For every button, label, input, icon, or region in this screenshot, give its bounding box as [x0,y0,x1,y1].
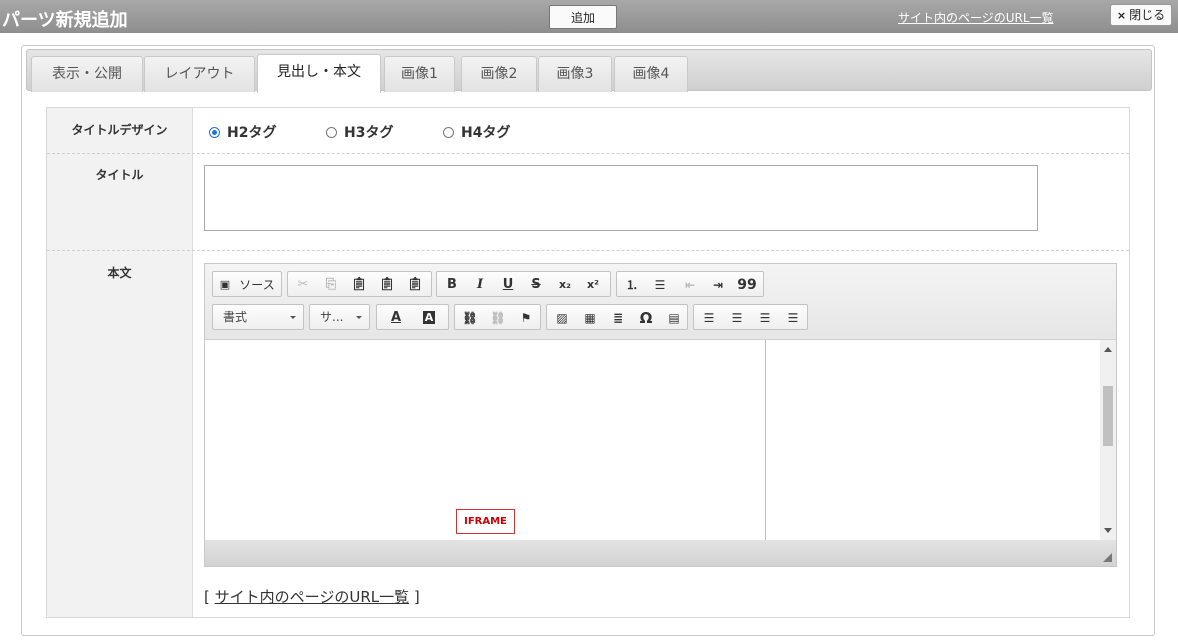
copy-icon[interactable]: ⎘ [321,275,341,295]
italic-icon[interactable]: I [470,275,490,295]
editor-footer [205,540,1116,566]
special-char-icon[interactable]: Ω [636,308,656,328]
paragraph-group: ⒈ ☰ ⇤ ⇥ 99 [616,271,764,297]
scroll-thumb[interactable] [1103,386,1113,446]
radio-unchecked-icon [326,127,337,138]
tab-image1[interactable]: 画像1 [384,56,455,92]
radio-h3-label: H3タグ [344,125,394,141]
indent-icon[interactable]: ⇥ [708,275,728,295]
horizontal-rule-icon[interactable]: ≣ [608,308,628,328]
body-label: 本文 [107,266,132,280]
tab-bar: 表示・公開 レイアウト 見出し・本文 画像1 画像2 画像3 画像4 [26,49,1152,93]
tab-layout[interactable]: レイアウト [144,56,255,92]
link-group: ⛓ ⛓ ⚑ [454,304,541,330]
format-dropdown[interactable]: 書式 [212,304,304,330]
tab-image3[interactable]: 画像3 [538,56,612,92]
image-icon[interactable]: ▨ [552,308,572,328]
outdent-icon[interactable]: ⇤ [680,275,700,295]
align-right-icon[interactable]: ☰ [755,308,775,328]
tab-image2[interactable]: 画像2 [461,56,537,92]
align-center-icon[interactable]: ☰ [727,308,747,328]
title-label: タイトル [95,168,144,182]
url-list-link-bottom[interactable]: サイト内のページのURL一覧 [215,588,409,606]
bracket-close: ] [413,588,420,606]
background-color-glyph: A [422,311,436,324]
source-button[interactable]: ▣ ソース [212,271,282,297]
chevron-down-icon [290,316,296,319]
iframe-icon[interactable]: ▤ [664,308,684,328]
radio-h2[interactable]: H2タグ [209,122,276,142]
editor-toolbar: ▣ ソース ✂ ⎘ 📋︎ 📋︎ 📋︎ B I U S x₂ x² ⒈ ☰ ⇤ ⇥… [205,264,1116,340]
size-label: サ... [320,310,344,324]
clipboard-group: ✂ ⎘ 📋︎ 📋︎ 📋︎ [287,271,432,297]
superscript-icon[interactable]: x² [582,275,604,295]
close-icon: × [1116,9,1127,22]
heading-body-form: タイトルデザイン H2タグ H3タグ H4タグ タイトル 本文 ▣ ソース ✂ … [46,107,1130,618]
source-label: ソース [239,278,275,292]
color-group: A A [376,304,449,330]
size-dropdown[interactable]: サ... [309,304,370,330]
scroll-down-icon[interactable] [1104,528,1112,533]
tab-display[interactable]: 表示・公開 [31,56,143,92]
cut-icon[interactable]: ✂ [293,275,313,295]
source-icon: ▣ [219,278,231,291]
insert-group: ▨ ▦ ≣ Ω ▤ [546,304,688,330]
title-design-label: タイトルデザイン [71,123,168,137]
radio-h3[interactable]: H3タグ [326,122,393,142]
paste-icon[interactable]: 📋︎ [349,275,369,295]
radio-h4[interactable]: H4タグ [443,122,510,142]
tab-image4[interactable]: 画像4 [614,56,688,92]
page-title: パーツ新規追加 [2,10,128,31]
table-icon[interactable]: ▦ [580,308,600,328]
subscript-icon[interactable]: x₂ [554,275,576,295]
add-button[interactable]: 追加 [549,5,617,29]
tab-heading-body[interactable]: 見出し・本文 [257,54,381,93]
numbered-list-icon[interactable]: ⒈ [622,275,642,295]
title-textarea[interactable] [204,165,1038,231]
rich-text-editor: ▣ ソース ✂ ⎘ 📋︎ 📋︎ 📋︎ B I U S x₂ x² ⒈ ☰ ⇤ ⇥… [204,263,1117,567]
anchor-flag-icon[interactable]: ⚑ [516,308,536,328]
close-label: 閉じる [1129,8,1166,22]
underline-icon[interactable]: U [498,275,518,295]
radio-unchecked-icon [443,127,454,138]
align-justify-icon[interactable]: ☰ [783,308,803,328]
format-label: 書式 [223,310,248,324]
iframe-placeholder[interactable]: IFRAME [456,509,515,534]
radio-checked-icon [209,127,220,138]
editor-column-divider [765,340,766,540]
basic-style-group: B I U S x₂ x² [436,271,611,297]
label-column [47,108,193,617]
radio-h2-label: H2タグ [227,125,277,141]
header-bar: パーツ新規追加 追加 サイト内のページのURL一覧 × 閉じる [0,0,1178,33]
background-color-icon[interactable]: A [415,308,443,328]
editor-content-area[interactable]: IFRAME [205,340,1116,540]
paste-word-icon[interactable]: 📋︎ [405,275,425,295]
align-left-icon[interactable]: ☰ [699,308,719,328]
link-icon[interactable]: ⛓ [460,308,480,328]
bold-icon[interactable]: B [442,275,462,295]
radio-h4-label: H4タグ [461,125,511,141]
resize-grip-icon[interactable] [1103,553,1112,562]
row-divider [47,250,1129,251]
chevron-down-icon [356,316,362,319]
align-group: ☰ ☰ ☰ ☰ [693,304,808,330]
row-divider [47,153,1129,154]
scroll-up-icon[interactable] [1104,347,1112,352]
editor-scrollbar[interactable] [1100,340,1116,540]
strikethrough-icon[interactable]: S [526,275,546,295]
paste-text-icon[interactable]: 📋︎ [377,275,397,295]
close-button[interactable]: × 閉じる [1110,4,1172,26]
blockquote-icon[interactable]: 99 [736,275,758,295]
text-color-icon[interactable]: A [382,308,410,328]
unlink-icon[interactable]: ⛓ [488,308,508,328]
bracket-open: [ [204,588,210,606]
url-list-link[interactable]: サイト内のページのURL一覧 [898,9,1054,26]
url-list-link-row: [ サイト内のページのURL一覧 ] [204,586,420,607]
bulleted-list-icon[interactable]: ☰ [650,275,670,295]
